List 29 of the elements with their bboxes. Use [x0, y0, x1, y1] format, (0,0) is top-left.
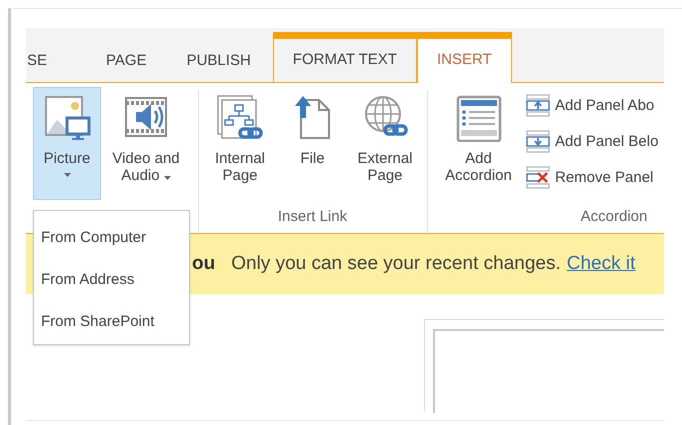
panel-above-icon [526, 94, 550, 117]
ribbon-button[interactable]: Internal Page [205, 87, 275, 200]
check-it-link[interactable]: Check it [566, 253, 636, 275]
ribbon-button[interactable]: External Page [350, 87, 420, 200]
ribbon-button[interactable]: File [285, 87, 340, 200]
ribbon-button[interactable]: Add Panel Belo [526, 130, 658, 153]
ribbon-tab[interactable]: SE [26, 37, 68, 82]
ribbon-button[interactable]: Video and Audio [104, 87, 188, 200]
picture-icon [43, 94, 91, 142]
group-label: Accordion [580, 207, 648, 227]
ribbon-tab[interactable]: FORMAT TEXT [272, 38, 417, 82]
menu-item[interactable]: From Computer [34, 217, 189, 259]
panel-below-icon [526, 130, 550, 153]
ribbon-button[interactable]: Add Panel Abo [526, 94, 658, 117]
status-message: Only you can see your recent changes. [231, 253, 561, 275]
ribbon-tab[interactable]: PAGE [86, 37, 167, 82]
ribbon-button[interactable]: Remove Panel [526, 166, 658, 189]
menu-item[interactable]: From Address [34, 259, 189, 301]
accordion-icon [454, 94, 502, 142]
content-editor-field[interactable] [433, 329, 664, 413]
menu-item[interactable]: From SharePoint [34, 301, 189, 343]
status-title: ou [192, 253, 216, 275]
ribbon-tab[interactable]: INSERT [416, 38, 512, 83]
page-link-icon [216, 94, 264, 142]
ribbon-button[interactable]: Add Accordion [436, 87, 521, 200]
ribbon-button[interactable]: Picture [33, 87, 101, 200]
ribbon-tab[interactable]: PUBLISH [166, 37, 271, 82]
remove-panel-icon [526, 166, 550, 189]
group-label: Insert Link [278, 207, 348, 227]
